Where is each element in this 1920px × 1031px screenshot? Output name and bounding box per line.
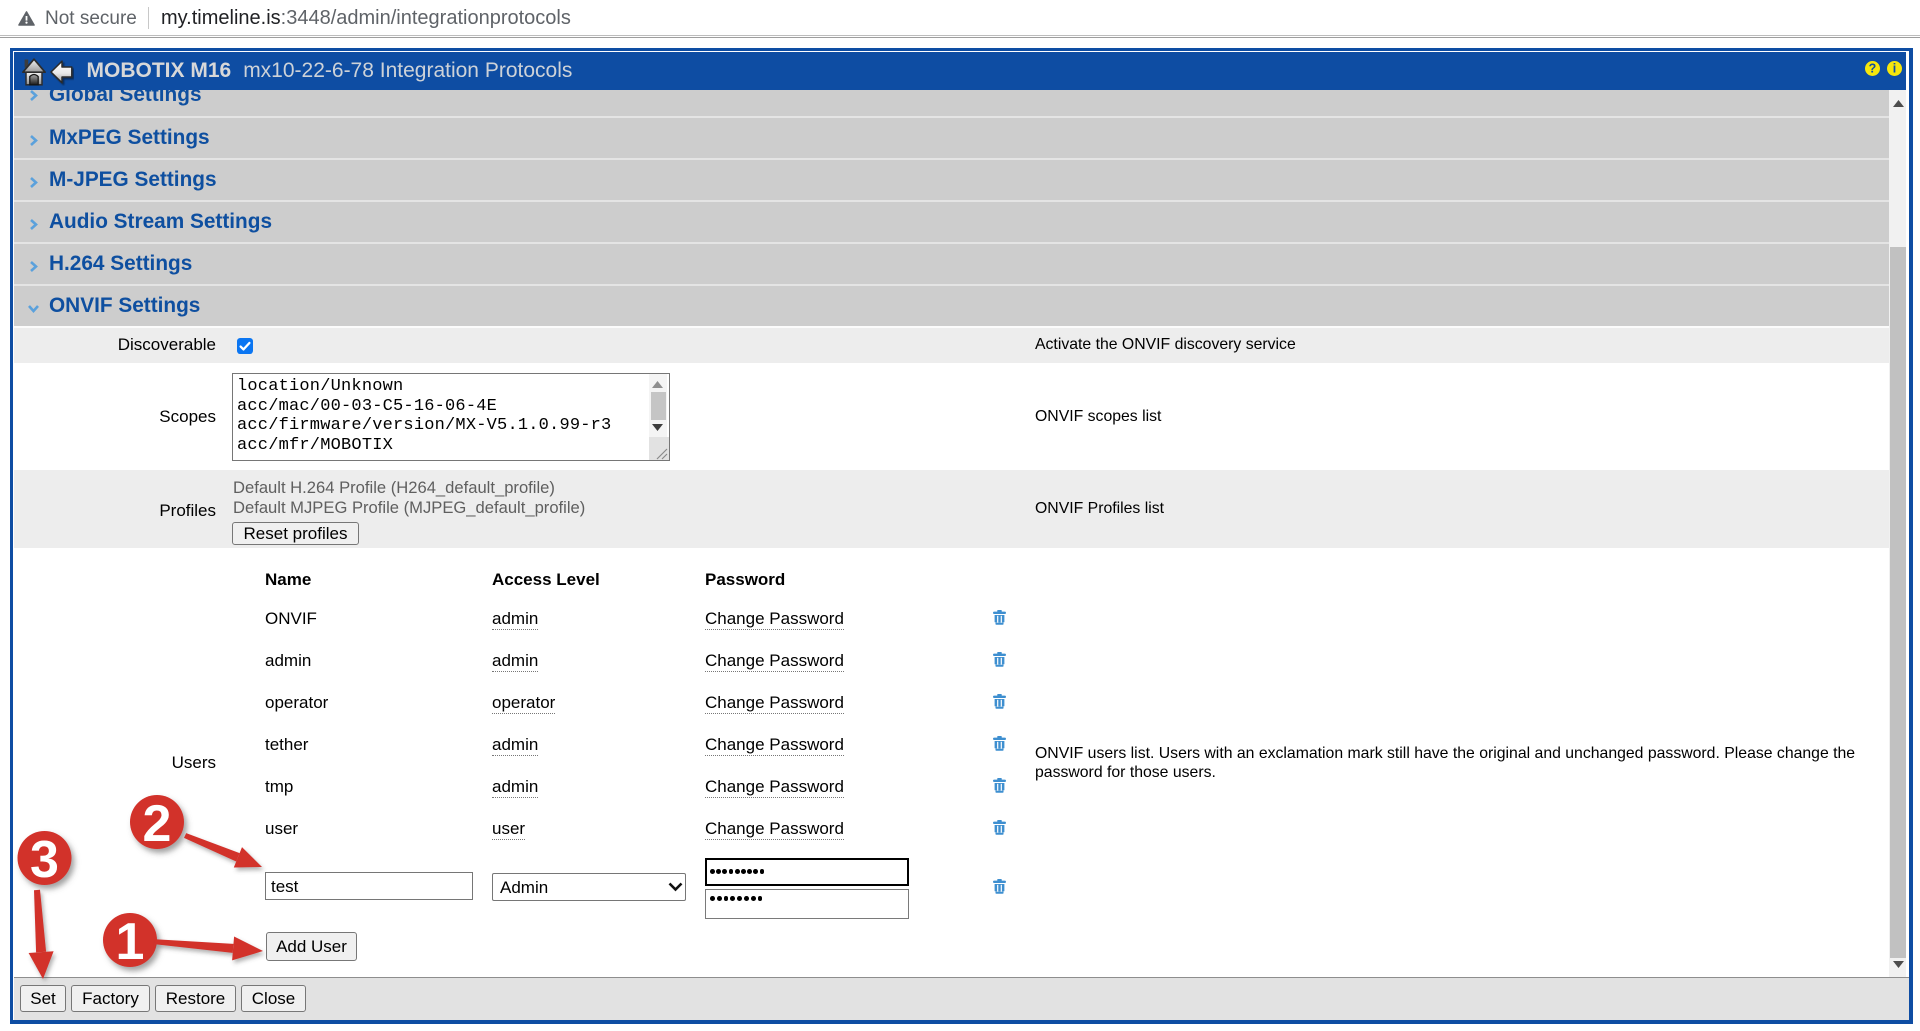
svg-text:1: 1 [116, 913, 145, 971]
svg-text:2: 2 [143, 795, 172, 853]
svg-text:3: 3 [30, 831, 59, 889]
